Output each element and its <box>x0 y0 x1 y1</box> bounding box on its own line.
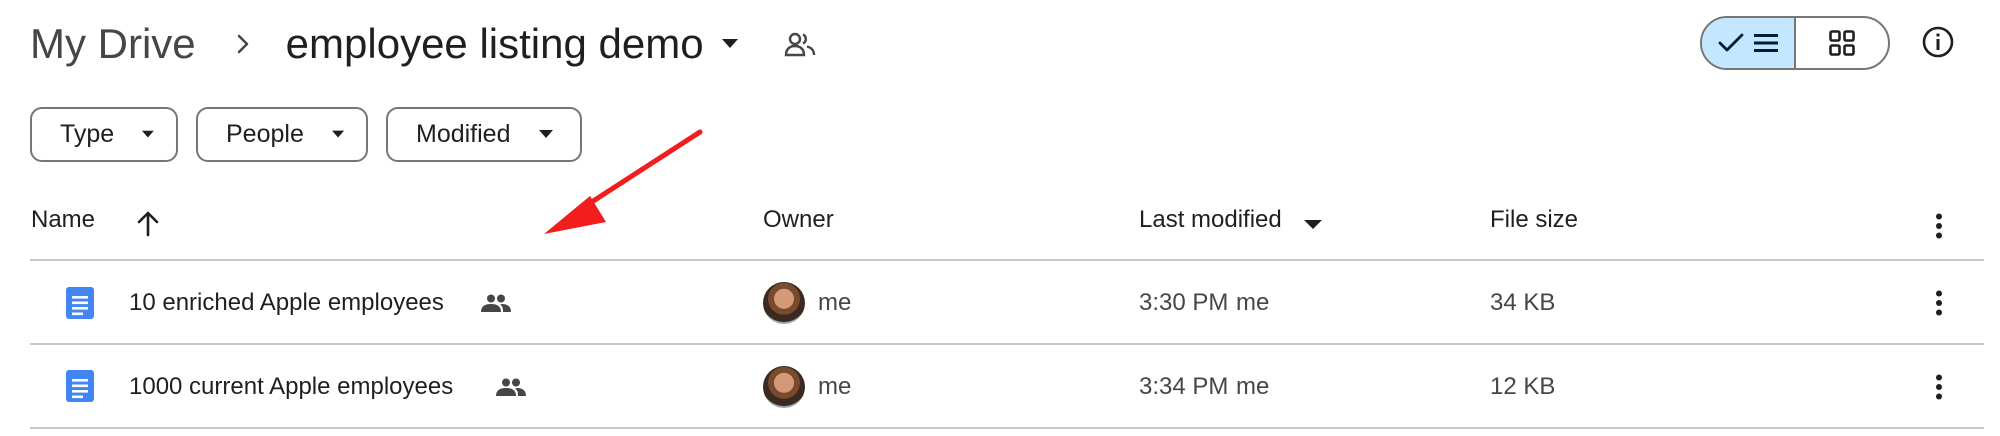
filter-chips: Type People Modified <box>30 107 582 162</box>
view-mode-toggle <box>1700 16 1890 70</box>
grid-icon <box>1829 30 1855 56</box>
caret-down-icon <box>142 130 154 138</box>
list-icon <box>1754 34 1778 52</box>
file-size: 34 KB <box>1490 289 1556 316</box>
more-vert-icon[interactable] <box>1935 374 1943 400</box>
breadcrumb-my-drive[interactable]: My Drive <box>30 20 196 68</box>
info-icon[interactable] <box>1920 24 1956 60</box>
file-name[interactable]: 10 enriched Apple employees <box>129 289 444 317</box>
avatar <box>763 282 805 324</box>
people-shared-icon <box>481 294 511 312</box>
shared-folder-icon <box>784 32 815 57</box>
file-size: 12 KB <box>1490 373 1556 400</box>
modified-by: me <box>1236 289 1270 316</box>
chevron-right-icon <box>237 34 248 54</box>
caret-down-icon <box>331 130 344 138</box>
people-shared-icon <box>496 378 526 396</box>
owner-name: me <box>818 289 852 316</box>
file-name[interactable]: 1000 current Apple employees <box>129 373 453 401</box>
column-header-name[interactable]: Name <box>31 206 95 234</box>
more-vert-icon[interactable] <box>1935 213 1943 239</box>
checkmark-icon <box>1718 33 1744 52</box>
google-docs-icon <box>66 370 94 402</box>
divider <box>30 427 1984 429</box>
column-header-last-modified[interactable]: Last modified <box>1139 206 1282 234</box>
breadcrumb: My Drive employee listing demo <box>30 14 816 74</box>
arrow-upward-icon[interactable] <box>136 211 160 237</box>
modified-time: 3:34 PM <box>1139 373 1229 400</box>
modified-time: 3:30 PM <box>1139 289 1229 316</box>
list-view-button[interactable] <box>1702 18 1796 68</box>
google-docs-icon <box>66 287 94 319</box>
annotation-arrow <box>544 129 703 234</box>
caret-down-icon[interactable] <box>1304 220 1322 230</box>
column-header-file-size[interactable]: File size <box>1490 206 1578 234</box>
filter-people-label: People <box>226 120 304 148</box>
filter-modified-label: Modified <box>416 120 511 148</box>
grid-view-button[interactable] <box>1796 18 1888 68</box>
owner-name: me <box>818 373 852 400</box>
filter-type-chip[interactable]: Type <box>30 107 178 162</box>
filter-people-chip[interactable]: People <box>196 107 368 162</box>
more-vert-icon[interactable] <box>1935 290 1943 316</box>
avatar <box>763 366 805 408</box>
filter-type-label: Type <box>60 120 115 148</box>
modified-by: me <box>1236 373 1270 400</box>
caret-down-icon[interactable] <box>721 39 738 49</box>
breadcrumb-current-folder[interactable]: employee listing demo <box>286 20 704 68</box>
column-header-owner[interactable]: Owner <box>763 206 834 234</box>
